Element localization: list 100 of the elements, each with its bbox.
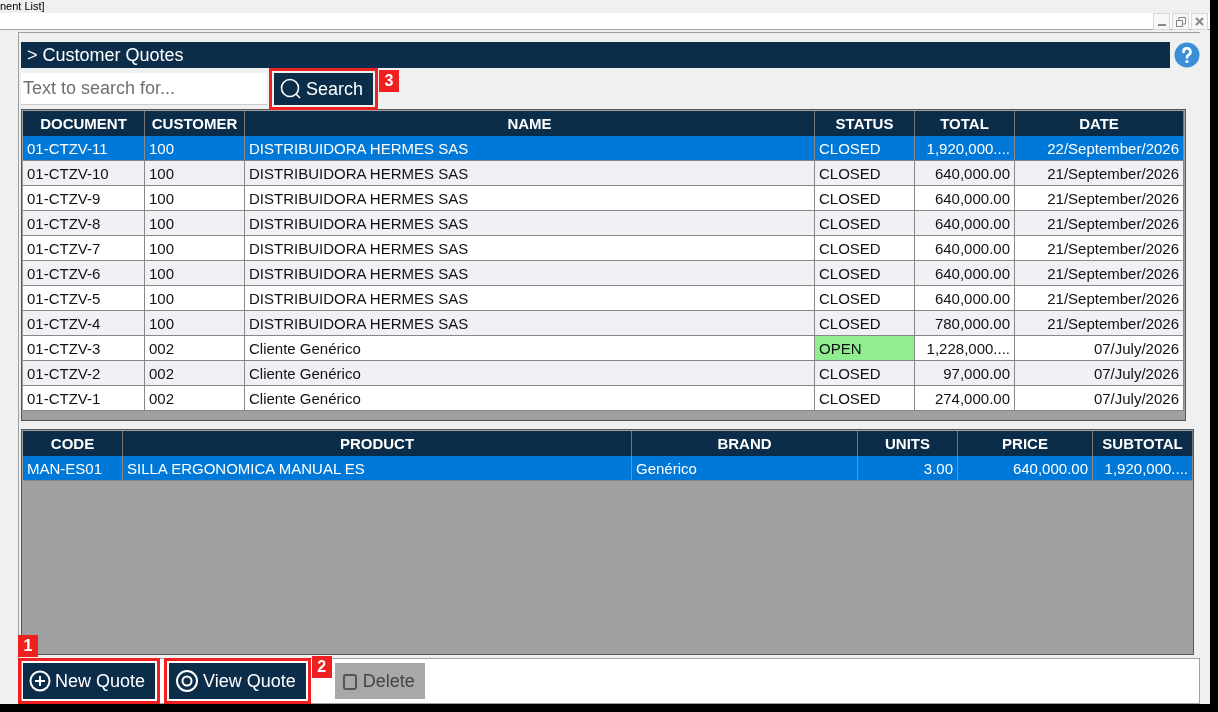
table-cell[interactable]: 01-CTZV-3: [23, 336, 145, 361]
restore-icon: [1175, 16, 1186, 27]
table-cell[interactable]: DISTRIBUIDORA HERMES SAS: [245, 286, 815, 311]
table-cell[interactable]: 100: [145, 186, 245, 211]
table-cell[interactable]: 97,000.00: [915, 361, 1015, 386]
table-cell[interactable]: 640,000.00: [915, 186, 1015, 211]
table-cell[interactable]: 640,000.00: [915, 236, 1015, 261]
table-cell[interactable]: CLOSED: [815, 136, 915, 161]
table-cell[interactable]: 01-CTZV-10: [23, 161, 145, 186]
table-cell[interactable]: OPEN: [815, 336, 915, 361]
column-header[interactable]: CUSTOMER: [145, 111, 245, 136]
table-cell[interactable]: DISTRIBUIDORA HERMES SAS: [245, 186, 815, 211]
table-cell[interactable]: 01-CTZV-9: [23, 186, 145, 211]
minimize-icon: [1157, 23, 1166, 26]
table-cell[interactable]: 1,920,000....: [915, 136, 1015, 161]
table-cell[interactable]: SILLA ERGONOMICA MANUAL ES: [123, 456, 632, 481]
callout-badge: 2: [311, 656, 332, 678]
search-field[interactable]: Text to search for...: [21, 73, 267, 105]
table-cell[interactable]: 100: [145, 161, 245, 186]
table-cell[interactable]: 100: [145, 211, 245, 236]
column-header[interactable]: DOCUMENT: [23, 111, 145, 136]
table-cell[interactable]: DISTRIBUIDORA HERMES SAS: [245, 261, 815, 286]
table-cell[interactable]: 07/July/2026: [1015, 361, 1184, 386]
table-cell[interactable]: 002: [145, 336, 245, 361]
table-cell[interactable]: 22/September/2026: [1015, 136, 1184, 161]
table-cell[interactable]: 21/September/2026: [1015, 211, 1184, 236]
table-cell[interactable]: 21/September/2026: [1015, 261, 1184, 286]
table-cell[interactable]: 1,920,000....: [1093, 456, 1193, 481]
table-cell[interactable]: 07/July/2026: [1015, 386, 1184, 411]
table-cell[interactable]: 274,000.00: [915, 386, 1015, 411]
table-cell[interactable]: 1,228,000....: [915, 336, 1015, 361]
column-header[interactable]: DATE: [1015, 111, 1184, 136]
table-cell[interactable]: Genérico: [632, 456, 858, 481]
column-header[interactable]: TOTAL: [915, 111, 1015, 136]
action-button[interactable]: View Quote: [169, 663, 306, 699]
table-cell[interactable]: DISTRIBUIDORA HERMES SAS: [245, 161, 815, 186]
column-header[interactable]: NAME: [245, 111, 815, 136]
table-cell[interactable]: CLOSED: [815, 361, 915, 386]
table-cell[interactable]: CLOSED: [815, 211, 915, 236]
table-cell[interactable]: CLOSED: [815, 186, 915, 211]
table-cell[interactable]: 002: [145, 386, 245, 411]
table-cell[interactable]: DISTRIBUIDORA HERMES SAS: [245, 211, 815, 236]
table-cell[interactable]: 01-CTZV-2: [23, 361, 145, 386]
table-cell[interactable]: 100: [145, 236, 245, 261]
table-cell[interactable]: 21/September/2026: [1015, 161, 1184, 186]
table-cell[interactable]: 01-CTZV-7: [23, 236, 145, 261]
table-cell[interactable]: 21/September/2026: [1015, 311, 1184, 336]
search-button[interactable]: Search: [274, 73, 374, 105]
table-cell[interactable]: 01-CTZV-1: [23, 386, 145, 411]
table-cell[interactable]: CLOSED: [815, 311, 915, 336]
restore-button[interactable]: [1172, 13, 1189, 30]
column-header[interactable]: PRICE: [958, 431, 1093, 456]
table-cell[interactable]: 780,000.00: [915, 311, 1015, 336]
table-cell[interactable]: 100: [145, 136, 245, 161]
column-header[interactable]: PRODUCT: [123, 431, 632, 456]
table-cell[interactable]: 640,000.00: [915, 211, 1015, 236]
table-cell[interactable]: 100: [145, 311, 245, 336]
table-cell[interactable]: Cliente Genérico: [245, 336, 815, 361]
table-cell[interactable]: 640,000.00: [915, 286, 1015, 311]
table-cell[interactable]: Cliente Genérico: [245, 386, 815, 411]
panel-title: > Customer Quotes: [21, 42, 1170, 68]
table-cell[interactable]: 100: [145, 261, 245, 286]
minimize-button[interactable]: [1153, 13, 1170, 30]
table-cell[interactable]: CLOSED: [815, 386, 915, 411]
column-header[interactable]: SUBTOTAL: [1093, 431, 1193, 456]
table-cell[interactable]: CLOSED: [815, 236, 915, 261]
column-header[interactable]: BRAND: [632, 431, 858, 456]
table-cell[interactable]: CLOSED: [815, 161, 915, 186]
table-cell[interactable]: 01-CTZV-4: [23, 311, 145, 336]
table-cell[interactable]: CLOSED: [815, 286, 915, 311]
close-icon: [1195, 17, 1204, 26]
table-cell[interactable]: CLOSED: [815, 261, 915, 286]
column-header[interactable]: CODE: [23, 431, 123, 456]
table-cell[interactable]: MAN-ES01: [23, 456, 123, 481]
plus-circle-icon: [29, 670, 51, 692]
table-cell[interactable]: 21/September/2026: [1015, 186, 1184, 211]
table-cell[interactable]: 01-CTZV-8: [23, 211, 145, 236]
table-cell[interactable]: 002: [145, 361, 245, 386]
search-icon: [280, 78, 302, 100]
table-cell[interactable]: DISTRIBUIDORA HERMES SAS: [245, 311, 815, 336]
table-cell[interactable]: DISTRIBUIDORA HERMES SAS: [245, 136, 815, 161]
column-header[interactable]: UNITS: [858, 431, 958, 456]
table-cell[interactable]: 01-CTZV-6: [23, 261, 145, 286]
callout-badge: 3: [379, 70, 400, 92]
table-cell[interactable]: 640,000.00: [958, 456, 1093, 481]
table-cell[interactable]: Cliente Genérico: [245, 361, 815, 386]
table-cell[interactable]: DISTRIBUIDORA HERMES SAS: [245, 236, 815, 261]
help-icon[interactable]: [1174, 42, 1200, 68]
column-header[interactable]: STATUS: [815, 111, 915, 136]
table-cell[interactable]: 3.00: [858, 456, 958, 481]
table-cell[interactable]: 01-CTZV-11: [23, 136, 145, 161]
close-button[interactable]: [1191, 13, 1208, 30]
table-cell[interactable]: 21/September/2026: [1015, 286, 1184, 311]
action-button[interactable]: New Quote: [23, 663, 156, 699]
table-cell[interactable]: 07/July/2026: [1015, 336, 1184, 361]
table-cell[interactable]: 100: [145, 286, 245, 311]
table-cell[interactable]: 01-CTZV-5: [23, 286, 145, 311]
table-cell[interactable]: 21/September/2026: [1015, 236, 1184, 261]
table-cell[interactable]: 640,000.00: [915, 261, 1015, 286]
table-cell[interactable]: 640,000.00: [915, 161, 1015, 186]
